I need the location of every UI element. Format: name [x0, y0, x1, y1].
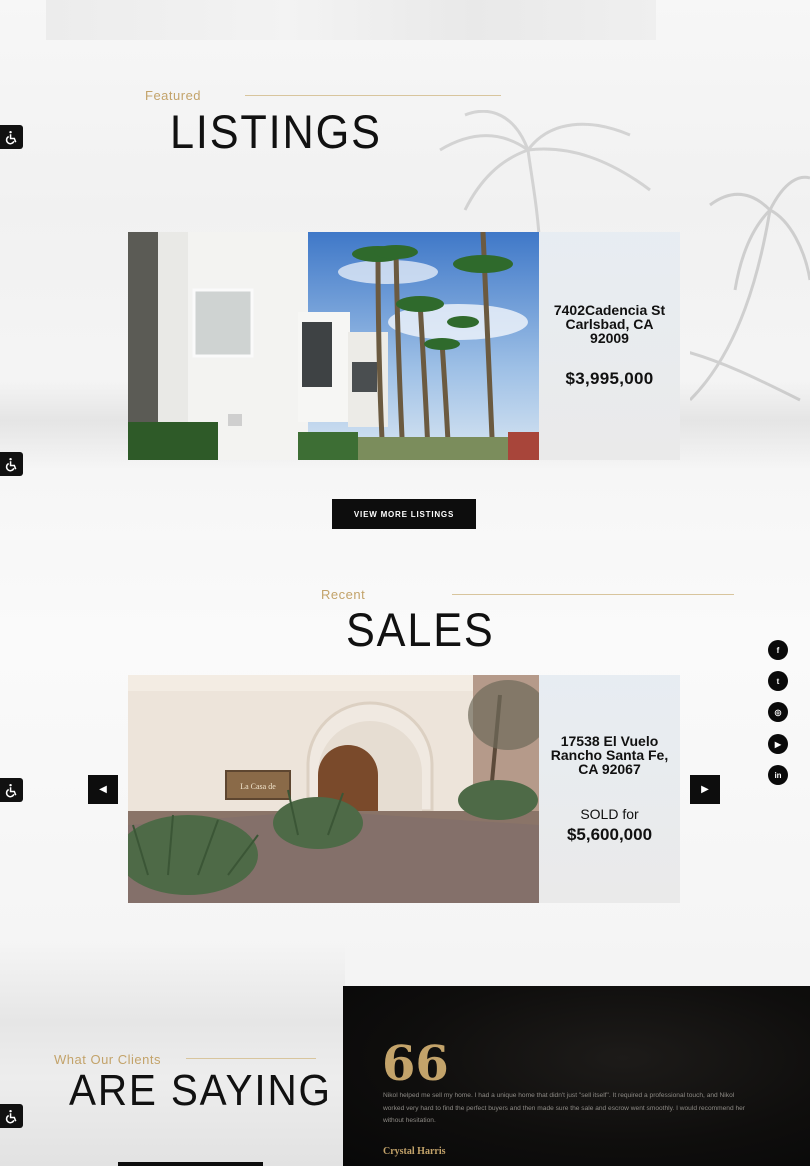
- listings-eyebrow: Featured: [145, 88, 202, 103]
- chevron-left-icon: ◀: [99, 784, 107, 795]
- wheelchair-icon[interactable]: [0, 1104, 23, 1128]
- listing-price: $3,995,000: [565, 369, 654, 388]
- listing-card[interactable]: 7402Cadencia St Carlsbad, CA 92009 $3,99…: [128, 232, 680, 460]
- carousel-prev-button[interactable]: ◀: [88, 775, 118, 804]
- sale-price: $5,600,000: [566, 824, 653, 844]
- chevron-right-icon: ▶: [701, 784, 709, 795]
- testimonials-button[interactable]: [118, 1162, 263, 1166]
- testimonials-divider: [186, 1058, 316, 1059]
- carousel-next-button[interactable]: ▶: [690, 775, 720, 804]
- listings-divider: [245, 95, 501, 96]
- sale-info-panel: 17538 El Vuelo Rancho Santa Fe, CA 92067…: [539, 675, 680, 903]
- youtube-icon[interactable]: ▶: [768, 734, 788, 754]
- testimonial-author: Crystal Harris: [383, 1146, 446, 1157]
- listing-photo: [128, 232, 539, 460]
- listing-info-panel: 7402Cadencia St Carlsbad, CA 92009 $3,99…: [539, 232, 680, 460]
- sales-divider: [452, 594, 734, 595]
- testimonial-quote: Nikol helped me sell my home. I had a un…: [383, 1092, 745, 1124]
- facebook-icon[interactable]: f: [768, 640, 788, 660]
- quote-icon: 66: [382, 1036, 449, 1092]
- sale-card[interactable]: La Casa de 17538 El Vuelo Rancho Santa F…: [128, 675, 680, 903]
- sale-address: 17538 El Vuelo Rancho Santa Fe, CA 92067: [550, 732, 669, 777]
- instagram-icon[interactable]: ◎: [768, 702, 788, 722]
- twitter-icon[interactable]: t: [768, 671, 788, 691]
- wheelchair-icon[interactable]: [0, 452, 23, 476]
- sale-status: SOLD for: [580, 805, 639, 822]
- view-more-listings-button[interactable]: VIEW MORE LISTINGS: [332, 499, 476, 529]
- testimonials-eyebrow: What Our Clients: [54, 1052, 161, 1067]
- sale-photo: La Casa de: [128, 675, 539, 903]
- background-image-strip: [46, 0, 656, 40]
- sign-text: La Casa de: [240, 782, 276, 791]
- sales-heading: SALES: [346, 603, 495, 656]
- testimonial-panel: 66 Nikol helped me sell my home. I had a…: [343, 986, 810, 1166]
- wheelchair-icon[interactable]: [0, 778, 23, 802]
- sales-eyebrow: Recent: [321, 587, 366, 602]
- palm-tree-decoration-right: [690, 175, 810, 402]
- palm-tree-decoration: [439, 110, 651, 250]
- wheelchair-icon[interactable]: [0, 125, 23, 149]
- listing-address: 7402Cadencia St Carlsbad, CA 92009: [553, 302, 666, 346]
- background-ocean-waves: [0, 945, 345, 1166]
- linkedin-icon[interactable]: in: [768, 765, 788, 785]
- testimonials-heading: ARE SAYING: [69, 1066, 332, 1115]
- listings-heading: LISTINGS: [170, 105, 382, 158]
